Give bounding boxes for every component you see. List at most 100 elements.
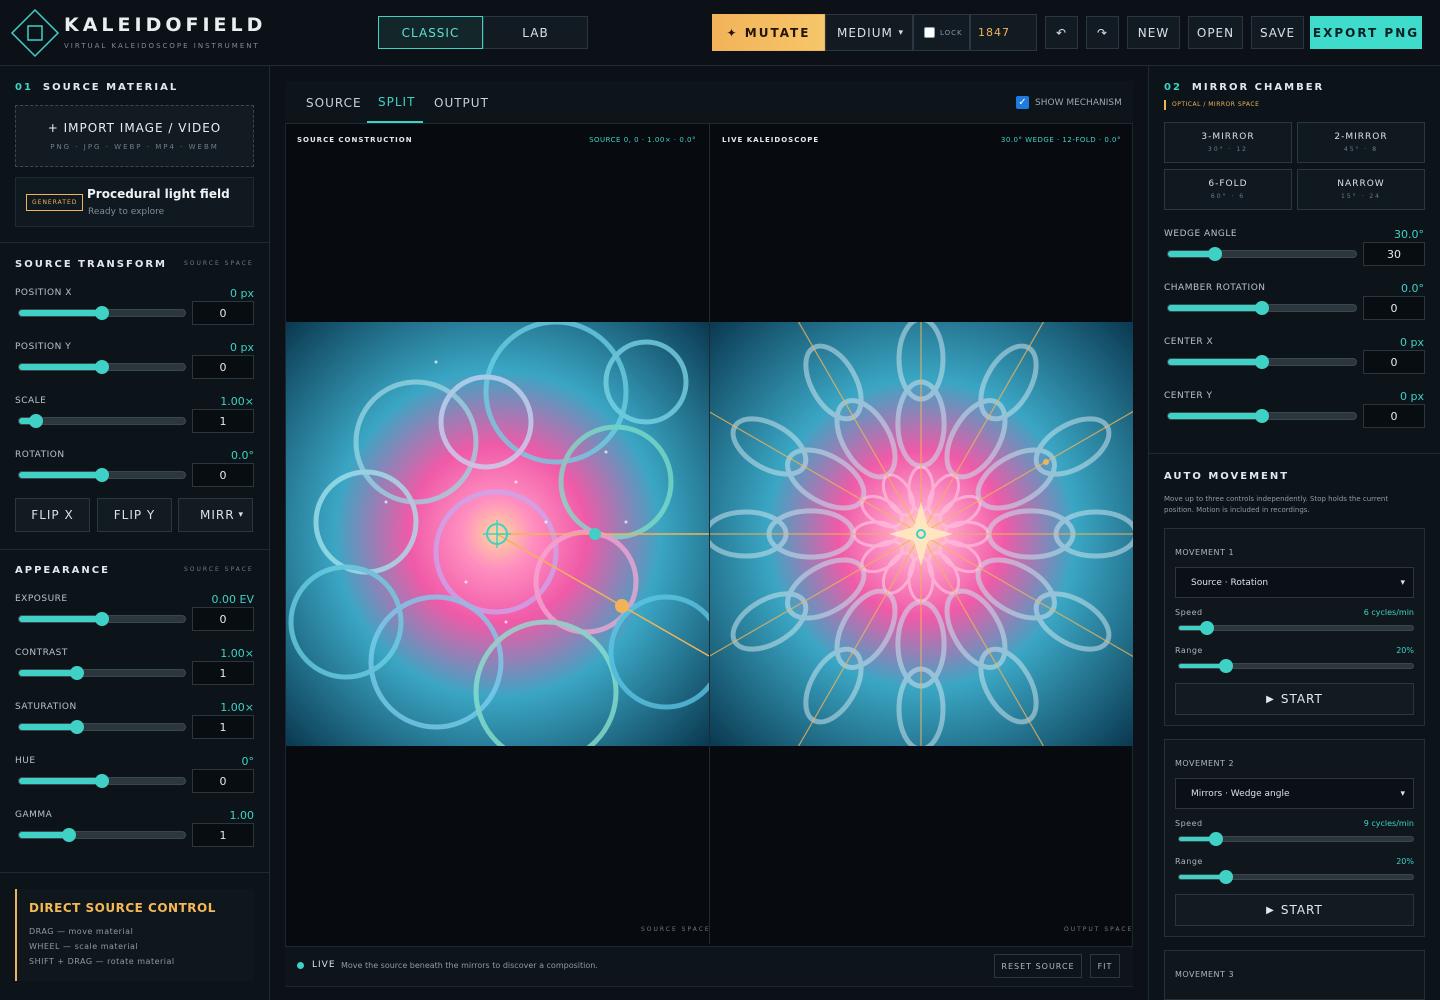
chevron-down-icon: ▾ <box>1400 577 1405 588</box>
chevron-down-icon: ▾ <box>1400 788 1405 799</box>
preset-name: 6-FOLD <box>1208 179 1248 189</box>
movement-range-label: Range <box>1175 646 1203 655</box>
flip-x-button[interactable]: FLIP X <box>15 498 90 532</box>
slider-knob[interactable] <box>28 414 43 428</box>
new-button[interactable]: NEW <box>1127 16 1180 49</box>
slider-track[interactable] <box>1167 301 1357 315</box>
tab-output[interactable]: OUTPUT <box>434 96 489 110</box>
number-input[interactable]: 0 <box>1363 350 1425 374</box>
source-status: Ready to explore <box>88 207 165 217</box>
mutate-button[interactable]: ✦ MUTATE <box>712 14 825 51</box>
slider-knob[interactable] <box>95 774 109 788</box>
slider-track[interactable] <box>18 774 186 788</box>
open-button[interactable]: OPEN <box>1188 16 1243 49</box>
mutation-level-select[interactable]: MEDIUM ▾ <box>825 14 913 51</box>
tab-source[interactable]: SOURCE <box>306 96 362 110</box>
mirror-mode-select[interactable]: MIRR ▾ <box>178 498 253 532</box>
slider-knob[interactable] <box>61 828 76 842</box>
number-input[interactable]: 1 <box>192 823 254 847</box>
slider-track[interactable] <box>18 360 186 374</box>
slider-track[interactable] <box>18 414 186 428</box>
slider-track[interactable] <box>18 828 186 842</box>
slider-knob[interactable] <box>1218 870 1233 884</box>
number-input[interactable]: 1 <box>192 715 254 739</box>
slider-knob[interactable] <box>70 666 85 680</box>
auto-movement-title: AUTO MOVEMENT <box>1164 471 1290 482</box>
slider-knob[interactable] <box>1255 355 1269 369</box>
slider-knob[interactable] <box>1208 247 1222 261</box>
undo-button[interactable]: ↶ <box>1045 16 1078 49</box>
slider-track[interactable] <box>18 612 186 626</box>
number-input[interactable]: 0 <box>192 301 254 325</box>
controls-value: 0.0° <box>1401 282 1424 295</box>
source-canvas[interactable] <box>286 322 709 746</box>
save-button[interactable]: SAVE <box>1251 16 1304 49</box>
number-input[interactable]: 0 <box>1363 296 1425 320</box>
slider-track[interactable] <box>1167 355 1357 369</box>
slider-track[interactable] <box>18 306 186 320</box>
slider-knob[interactable] <box>95 468 109 482</box>
reset-source-button[interactable]: RESET SOURCE <box>994 954 1082 978</box>
check-icon[interactable]: ✓ <box>1016 96 1029 109</box>
mirror-preset-button[interactable]: 6-FOLD 60° · 6 <box>1164 169 1292 210</box>
slider-knob[interactable] <box>1218 659 1233 673</box>
movement-speed-slider[interactable] <box>1178 621 1414 635</box>
seed-input[interactable]: 1847 <box>970 14 1037 51</box>
lock-toggle[interactable]: LOCK <box>913 14 970 51</box>
direct-source-control-card: DIRECT SOURCE CONTROL DRAG — move materi… <box>15 889 254 981</box>
movement-start-button[interactable]: ▶ START <box>1175 894 1414 926</box>
number-input[interactable]: 30 <box>1363 242 1425 266</box>
movement-range-slider[interactable] <box>1178 659 1414 673</box>
slider-fill <box>1168 359 1262 365</box>
lock-checkbox[interactable] <box>924 27 935 38</box>
slider-track[interactable] <box>18 720 186 734</box>
wedge-handle[interactable] <box>615 599 629 613</box>
movement-target-select[interactable]: Mirrors · Wedge angle ▾ <box>1175 778 1414 809</box>
slider-fill <box>19 310 102 316</box>
number-input[interactable]: 1 <box>192 661 254 685</box>
mirror-preset-button[interactable]: 2-MIRROR 45° · 8 <box>1297 122 1425 163</box>
divider <box>0 242 270 243</box>
start-label: START <box>1280 692 1323 706</box>
tab-split[interactable]: SPLIT <box>378 95 415 109</box>
movement-speed-slider[interactable] <box>1178 832 1414 846</box>
number-input[interactable]: 0 <box>192 355 254 379</box>
number-input[interactable]: 0 <box>192 769 254 793</box>
slider-knob[interactable] <box>1200 621 1215 635</box>
mirror-preset-button[interactable]: NARROW 15° · 24 <box>1297 169 1425 210</box>
fit-button[interactable]: FIT <box>1090 954 1120 978</box>
number-input[interactable]: 0 <box>1363 404 1425 428</box>
slider-knob[interactable] <box>95 360 109 374</box>
controls-label: WEDGE ANGLE <box>1164 229 1238 239</box>
slider-knob[interactable] <box>95 306 109 320</box>
mirror-handle[interactable] <box>589 528 601 540</box>
live-label: LIVE <box>312 960 336 970</box>
number-input[interactable]: 0 <box>192 463 254 487</box>
mode-classic-button[interactable]: CLASSIC <box>378 16 483 49</box>
mode-lab-button[interactable]: LAB <box>483 16 588 49</box>
mirror-preset-button[interactable]: 3-MIRROR 30° · 12 <box>1164 122 1292 163</box>
slider-track[interactable] <box>1167 247 1357 261</box>
import-title: + IMPORT IMAGE / VIDEO <box>47 121 222 135</box>
export-png-button[interactable]: EXPORT PNG <box>1310 16 1422 49</box>
movement-target-select[interactable]: Source · Rotation ▾ <box>1175 567 1414 598</box>
slider-knob[interactable] <box>70 720 85 734</box>
auto-movement-description: Move up to three controls independently.… <box>1164 495 1389 514</box>
slider-track[interactable] <box>18 468 186 482</box>
kaleidoscope-canvas[interactable] <box>710 322 1133 746</box>
number-input[interactable]: 1 <box>192 409 254 433</box>
movement-range-slider[interactable] <box>1178 870 1414 884</box>
source-card[interactable]: GENERATED Procedural light field Ready t… <box>15 177 254 227</box>
import-media-button[interactable]: + IMPORT IMAGE / VIDEO PNG · JPG · WEBP … <box>15 105 254 167</box>
flip-y-button[interactable]: FLIP Y <box>97 498 172 532</box>
slider-track[interactable] <box>18 666 186 680</box>
slider-track[interactable] <box>1167 409 1357 423</box>
play-icon: ▶ <box>1266 693 1275 705</box>
redo-button[interactable]: ↷ <box>1086 16 1119 49</box>
show-mechanism-toggle[interactable]: ✓ SHOW MECHANISM <box>1016 96 1122 109</box>
number-input[interactable]: 0 <box>192 607 254 631</box>
slider-knob[interactable] <box>1255 409 1269 423</box>
slider-knob[interactable] <box>1255 301 1269 315</box>
slider-knob[interactable] <box>95 612 109 626</box>
movement-start-button[interactable]: ▶ START <box>1175 683 1414 715</box>
